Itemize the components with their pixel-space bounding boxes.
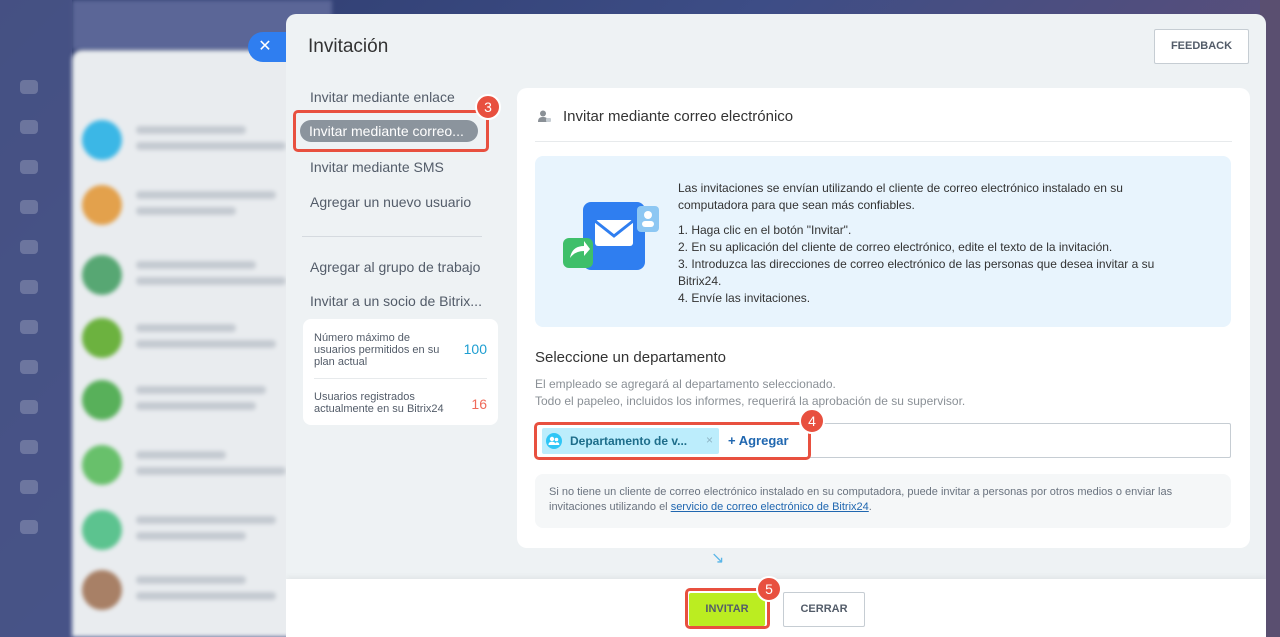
hint-tail: . [868, 501, 872, 513]
department-desc-line-1: El empleado se agregará al departamento … [535, 377, 836, 391]
info-step-3: 3. Introduzca las direcciones de correo … [678, 257, 1155, 288]
background-left-bar [0, 0, 72, 637]
invitation-slider: Invitación FEEDBACK Invitar mediante enl… [286, 14, 1266, 637]
menu-item-add-to-workgroup[interactable]: Agregar al grupo de trabajo [310, 259, 480, 275]
menu-item-invite-partner[interactable]: Invitar a un socio de Bitrix... [310, 293, 482, 309]
email-invite-card: Invitar mediante correo electrónico Las … [517, 88, 1250, 548]
hint-box: Si no tiene un cliente de correo electró… [535, 474, 1231, 528]
department-description: El empleado se agregará al departamento … [535, 376, 965, 410]
step-badge-5: 5 [756, 576, 782, 602]
stats-divider [314, 378, 487, 379]
menu-divider [302, 236, 482, 237]
close-icon: ✕ [258, 38, 272, 55]
step-badge-4: 4 [799, 408, 825, 434]
page-title: Invitación [308, 36, 389, 57]
arrow-hint-icon: ↘ [711, 550, 725, 567]
info-intro: Las invitaciones se envían utilizando el… [678, 181, 1123, 212]
menu-item-add-user[interactable]: Agregar un nuevo usuario [310, 194, 471, 210]
section-title: Invitar mediante correo electrónico [563, 108, 794, 125]
menu-item-invite-sms[interactable]: Invitar mediante SMS [310, 159, 444, 175]
info-step-2: 2. En su aplicación del cliente de corre… [678, 240, 1113, 254]
department-title: Seleccione un departamento [535, 349, 726, 366]
highlight-box-3 [293, 110, 489, 152]
menu-item-invite-link[interactable]: Invitar mediante enlace [310, 89, 455, 105]
max-users-label: Número máximo de usuarios permitidos en … [314, 332, 440, 368]
registered-users-label: Usuarios registrados actualmente en su B… [314, 391, 444, 415]
info-step-4: 4. Envíe las invitaciones. [678, 291, 811, 305]
section-divider [535, 141, 1232, 142]
info-box: Las invitaciones se envían utilizando el… [535, 156, 1231, 327]
highlight-box-4 [534, 422, 811, 460]
user-icon [537, 109, 552, 127]
email-illustration-icon [563, 200, 673, 280]
background-chat-list [72, 50, 312, 637]
max-users-value: 100 [463, 341, 487, 357]
info-text: Las invitaciones se envían utilizando el… [678, 180, 1188, 307]
department-desc-line-2: Todo el papeleo, incluidos los informes,… [535, 394, 966, 408]
bitrix-email-service-link[interactable]: servicio de correo electrónico de Bitrix… [671, 501, 869, 513]
step-badge-3: 3 [475, 94, 501, 120]
info-step-1: 1. Haga clic en el botón "Invitar". [678, 223, 852, 237]
hint-text: Si no tiene un cliente de correo electró… [549, 485, 1219, 515]
close-slider-button[interactable]: ✕ [248, 32, 288, 62]
registered-users-value: 16 [471, 396, 487, 412]
user-stats-box: Número máximo de usuarios permitidos en … [303, 319, 498, 425]
close-button[interactable]: CERRAR [783, 592, 865, 627]
feedback-button[interactable]: FEEDBACK [1154, 29, 1249, 64]
